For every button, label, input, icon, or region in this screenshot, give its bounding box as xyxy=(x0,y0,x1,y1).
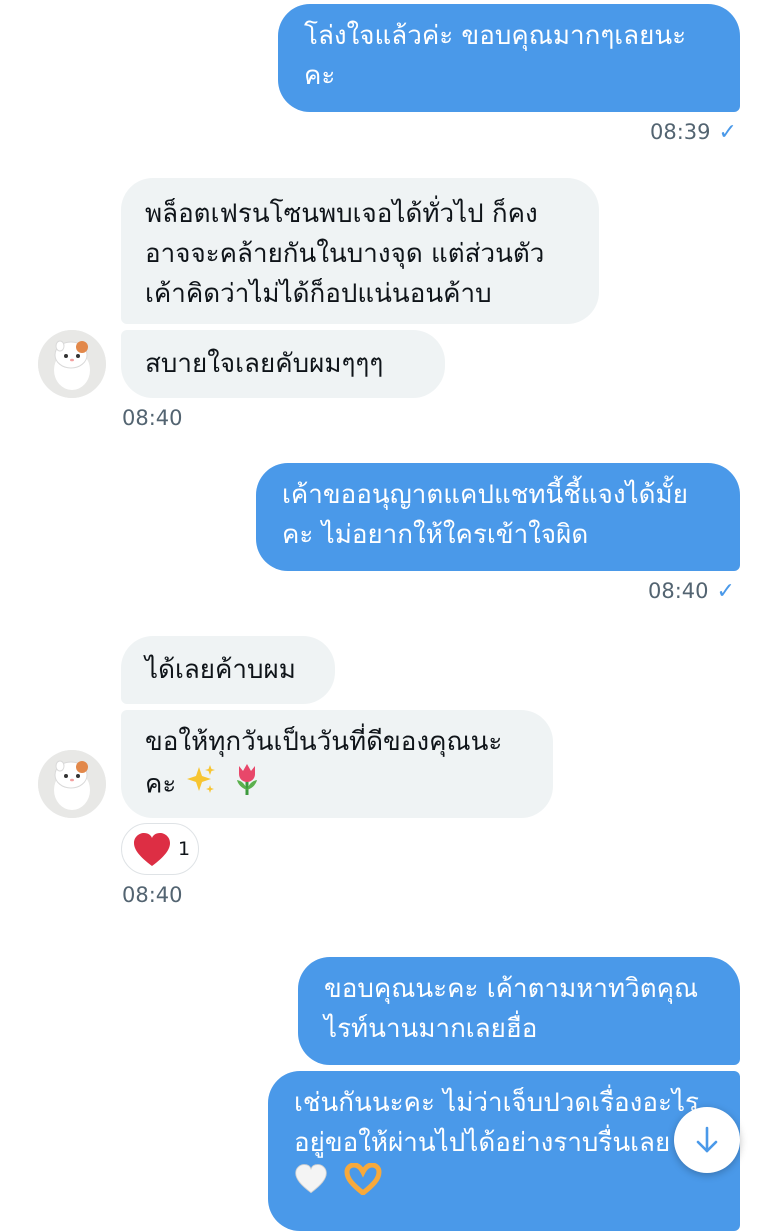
message-text: อยู่ขอให้ผ่านไปได้อย่างราบรื่นเลย xyxy=(294,1128,671,1158)
message-bubble-outgoing[interactable]: ขอบคุณนะคะ เค้าตามหาทวิตคุณ ไรท์นานมากเล… xyxy=(298,957,740,1065)
message-bubble-outgoing[interactable]: เช่นกันนะคะ ไม่ว่าเจ็บปวดเรื่องอะไร อยู่… xyxy=(268,1071,740,1231)
message-timestamp: 08:40 xyxy=(122,406,183,430)
white-heart-icon xyxy=(294,1163,328,1207)
sparkles-icon xyxy=(185,763,217,807)
reaction-count: 1 xyxy=(178,838,191,860)
avatar[interactable] xyxy=(38,330,106,398)
avatar-illustration xyxy=(38,330,106,398)
message-text: อาจจะคล้ายกันในบางจุด แต่ส่วนตัว xyxy=(145,239,545,269)
message-text: ขอบคุณนะคะ เค้าตามหาทวิตคุณ xyxy=(324,974,699,1004)
message-bubble-outgoing[interactable]: เค้าขออนุญาตแคปแชทนี้ชี้แจงได้มั้ย คะ ไม… xyxy=(256,463,740,571)
message-bubble-incoming[interactable]: ได้เลยค้าบผม xyxy=(121,636,335,704)
avatar[interactable] xyxy=(38,750,106,818)
message-text: ขอให้ทุกวันเป็นวันที่ดีของคุณนะ xyxy=(145,727,503,757)
message-bubble-incoming[interactable]: สบายใจเลยคับผมๆๆๆ xyxy=(121,330,445,398)
message-timestamp: 08:40 xyxy=(122,883,183,907)
message-text: คะ xyxy=(304,61,336,91)
message-text: ไรท์นานมากเลยฮื่อ xyxy=(324,1014,538,1044)
arrow-down-icon xyxy=(695,1126,719,1158)
tulip-icon xyxy=(231,762,263,808)
message-text: พล็อตเฟรนโซนพบเจอได้ทั่วไป ก็คง xyxy=(145,199,538,229)
message-timestamp: 08:40 ✓ xyxy=(648,579,735,604)
message-text: คะ ไม่อยากให้ใครเข้าใจผิด xyxy=(282,520,589,550)
heart-icon xyxy=(132,832,172,872)
message-bubble-outgoing[interactable]: โล่งใจแล้วค่ะ ขอบคุณมากๆเลยนะ คะ xyxy=(278,4,740,112)
check-icon: ✓ xyxy=(718,120,737,145)
heart-hands-icon xyxy=(344,1162,382,1207)
message-text: ได้เลยค้าบผม xyxy=(145,655,296,685)
message-bubble-incoming[interactable]: ขอให้ทุกวันเป็นวันที่ดีของคุณนะ คะ xyxy=(121,710,553,818)
message-bubble-incoming[interactable]: พล็อตเฟรนโซนพบเจอได้ทั่วไป ก็คง อาจจะคล้… xyxy=(121,178,599,324)
message-text: สบายใจเลยคับผมๆๆๆ xyxy=(145,349,384,379)
scroll-to-bottom-button[interactable] xyxy=(674,1107,740,1173)
check-icon: ✓ xyxy=(716,579,735,604)
message-text: เค้าขออนุญาตแคปแชทนี้ชี้แจงได้มั้ย xyxy=(282,480,688,510)
reaction-badge[interactable]: 1 xyxy=(121,823,199,875)
message-text: เค้าคิดว่าไม่ได้ก็อปแน่นอนค้าบ xyxy=(145,279,492,309)
message-text: เช่นกันนะคะ ไม่ว่าเจ็บปวดเรื่องอะไร xyxy=(294,1088,699,1118)
message-timestamp: 08:39 ✓ xyxy=(650,120,737,145)
message-text: คะ xyxy=(145,769,177,800)
avatar-illustration xyxy=(38,750,106,818)
message-text: โล่งใจแล้วค่ะ ขอบคุณมากๆเลยนะ xyxy=(304,21,687,51)
